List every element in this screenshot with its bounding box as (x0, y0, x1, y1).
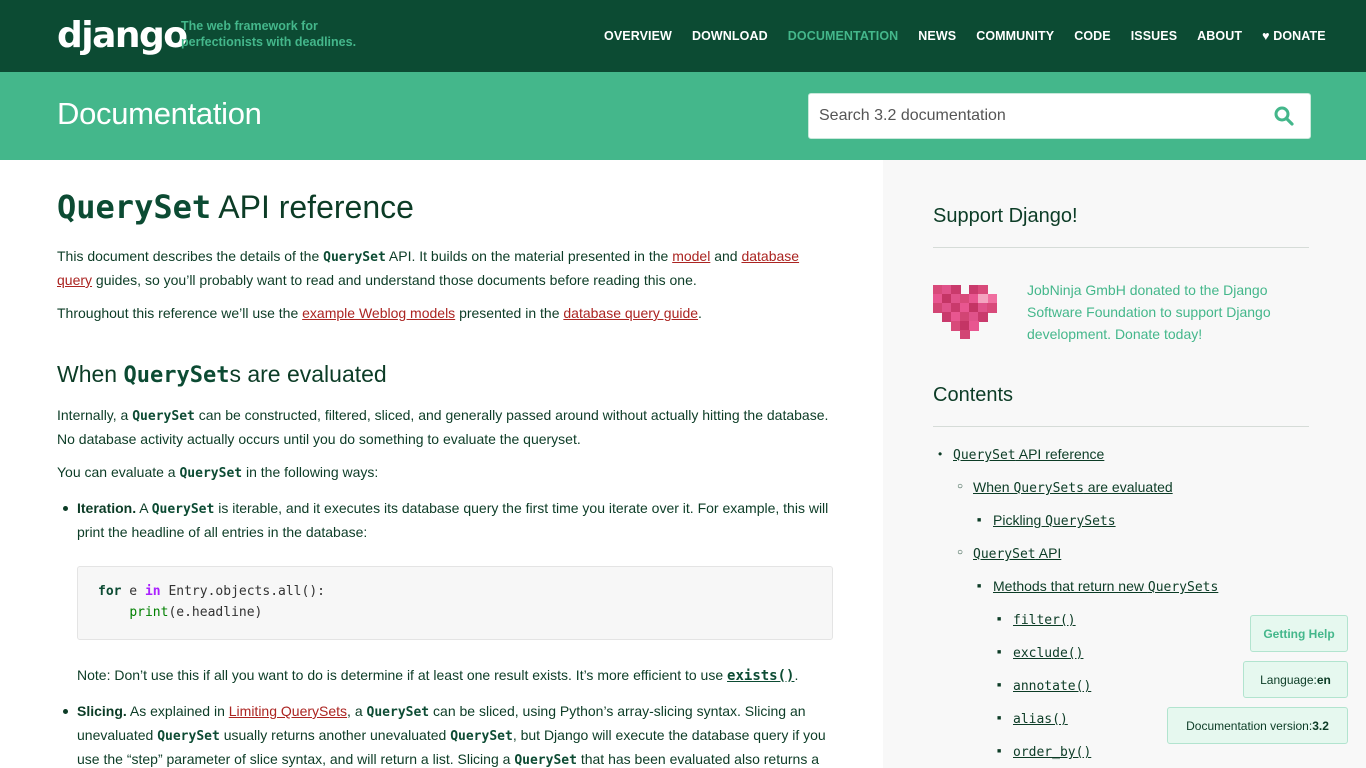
nav-community[interactable]: COMMUNITY (976, 29, 1054, 43)
toc-link-annotate[interactable]: annotate() (997, 675, 1091, 697)
limiting-querysets-link[interactable]: Limiting QuerySets (229, 703, 347, 719)
search-icon[interactable] (1274, 106, 1294, 126)
nav-overview[interactable]: OVERVIEW (604, 29, 672, 43)
contents-heading: Contents (933, 384, 1014, 406)
divider (933, 426, 1309, 427)
nav-about[interactable]: ABOUT (1197, 29, 1242, 43)
django-logo[interactable]: django (57, 14, 188, 58)
page-title-code: QuerySet (57, 188, 212, 226)
tagline: The web framework for perfectionists wit… (181, 19, 357, 49)
language-switcher[interactable]: Language: en (1243, 661, 1348, 698)
nav-donate[interactable]: ♥ DONATE (1262, 29, 1326, 43)
iteration-list-item: Iteration. A QuerySet is iterable, and i… (63, 497, 837, 543)
internally-paragraph: Internally, a QuerySet can be constructe… (57, 407, 829, 447)
toc-link-pickling[interactable]: Pickling QuerySets (977, 510, 1116, 532)
main-content: QuerySet API reference This document des… (0, 160, 883, 768)
toc-link-order-by[interactable]: order_by() (997, 741, 1091, 763)
toc-link-methods-new-querysets[interactable]: Methods that return new QuerySets (977, 576, 1218, 598)
search-input[interactable] (819, 94, 1259, 138)
exists-link[interactable]: exists() (727, 668, 794, 684)
database-query-guide-link[interactable]: database query guide (563, 305, 698, 321)
intro-paragraph: This document describes the details of t… (57, 248, 800, 288)
nav-documentation[interactable]: DOCUMENTATION (788, 29, 899, 43)
heart-icon (933, 285, 997, 339)
divider (933, 247, 1309, 248)
evaluate-paragraph: You can evaluate a QuerySet in the follo… (57, 464, 379, 481)
support-heading: Support Django! (933, 205, 1078, 227)
weblog-models-link[interactable]: example Weblog models (302, 305, 455, 321)
section-title: Documentation (57, 96, 262, 131)
nav-issues[interactable]: ISSUES (1131, 29, 1177, 43)
nav-news[interactable]: NEWS (918, 29, 956, 43)
toc-link-queryset-api-reference[interactable]: QuerySet API reference (938, 444, 1104, 466)
top-navbar: django The web framework for perfectioni… (0, 0, 1366, 72)
page-banner: Documentation (0, 72, 1366, 160)
code-block: for e in Entry.objects.all(): print(e.he… (77, 566, 833, 640)
slicing-list-item: Slicing. As explained in Limiting QueryS… (63, 700, 837, 768)
getting-help-button[interactable]: Getting Help (1250, 615, 1348, 652)
page-title-text: API reference (211, 189, 414, 225)
page-title: QuerySet API reference (57, 188, 414, 226)
toc-link-queryset-api[interactable]: QuerySet API (957, 543, 1061, 565)
toc-link-alias[interactable]: alias() (997, 708, 1068, 730)
main-nav: OVERVIEW DOWNLOAD DOCUMENTATION NEWS COM… (604, 0, 1326, 72)
nav-code[interactable]: CODE (1074, 29, 1111, 43)
note-paragraph: Note: Don’t use this if all you want to … (77, 667, 799, 684)
weblog-paragraph: Throughout this reference we’ll use the … (57, 305, 702, 321)
version-switcher[interactable]: Documentation version: 3.2 (1167, 707, 1348, 744)
toc-link-exclude[interactable]: exclude() (997, 642, 1084, 664)
search-box (808, 93, 1311, 139)
toc-link-filter[interactable]: filter() (997, 609, 1076, 631)
toc-link-when-evaluated[interactable]: When QuerySets are evaluated (957, 477, 1173, 499)
model-link[interactable]: model (672, 248, 710, 264)
donor-message[interactable]: JobNinja GmbH donated to the Django Soft… (1027, 279, 1287, 345)
section-heading: When QuerySets are evaluated (57, 361, 387, 388)
nav-download[interactable]: DOWNLOAD (692, 29, 768, 43)
